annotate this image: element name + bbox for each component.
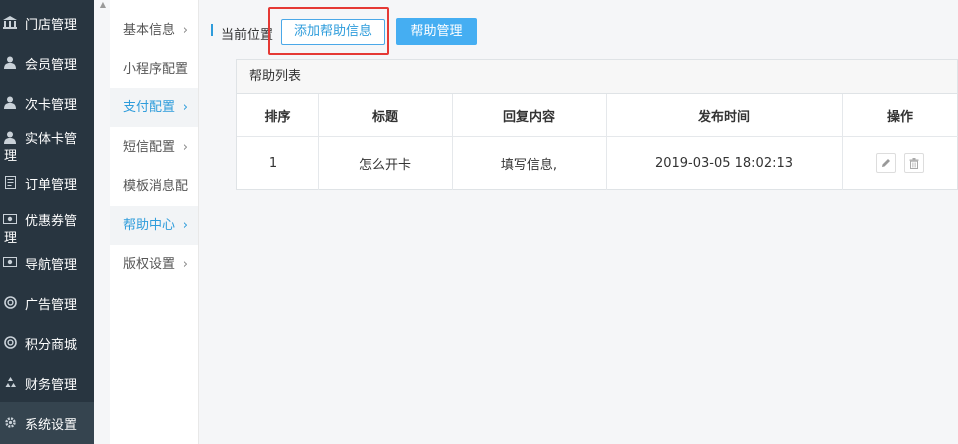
help-manage-button[interactable]: 帮助管理 <box>396 18 477 45</box>
cell-reply: 填写信息, <box>500 157 558 173</box>
submenu-item-label: 版权设置 <box>123 257 176 272</box>
sidebar-item-label: 会员管理 <box>25 58 78 73</box>
submenu-item-template-message[interactable]: 模板消息配 <box>110 167 198 206</box>
add-help-button[interactable]: 添加帮助信息 <box>281 19 385 45</box>
cell-time: 2019-03-05 18:02:13 <box>654 155 794 171</box>
sidebar-item-label: 订单管理 <box>25 178 78 193</box>
submenu-item-label: 基本信息 <box>123 23 176 38</box>
sidebar-item-members[interactable]: 会员管理 <box>0 42 94 82</box>
submenu-item-label: 小程序配置 <box>123 62 189 77</box>
recycle-icon <box>3 375 17 389</box>
table-row: 1 怎么开卡 填写信息, 2019-03-05 18:02:13 <box>237 137 958 189</box>
bank-icon <box>3 15 17 29</box>
chevron-right-icon: › <box>182 23 188 38</box>
submenu-item-payment[interactable]: 支付配置 › <box>110 88 198 127</box>
column-header-actions: 操作 <box>886 109 913 125</box>
delete-trash-icon[interactable] <box>904 153 924 173</box>
sidebar-item-label: 导航管理 <box>25 258 78 273</box>
column-header-reply: 回复内容 <box>502 109 555 125</box>
sidebar-item-label: 系统设置 <box>25 418 78 433</box>
submenu-item-label: 帮助中心 <box>123 218 176 233</box>
main-sidebar: 门店管理 会员管理 次卡管理 实体卡管 理 订单管理 优惠券管 理 导航管理 广… <box>0 0 94 444</box>
lifebuoy-icon <box>3 335 17 349</box>
sidebar-item-label: 优惠券管 <box>25 214 78 229</box>
sidebar-item-label: 次卡管理 <box>25 98 78 113</box>
submenu-item-help-center[interactable]: 帮助中心 › <box>110 206 198 245</box>
sidebar-item-label: 门店管理 <box>25 18 78 33</box>
sidebar-item-label: 广告管理 <box>25 298 78 313</box>
sidebar-item-orders[interactable]: 订单管理 <box>0 162 94 202</box>
chevron-right-icon: › <box>182 140 188 155</box>
document-icon <box>3 175 17 189</box>
settings-submenu: 基本信息 › 小程序配置 支付配置 › 短信配置 › 模板消息配 帮助中心 › … <box>110 0 199 444</box>
sidebar-item-navigation[interactable]: 导航管理 <box>0 242 94 282</box>
chevron-right-icon: › <box>182 100 188 115</box>
sidebar-item-points-mall[interactable]: 积分商城 <box>0 322 94 362</box>
submenu-item-label: 支付配置 <box>123 100 176 115</box>
submenu-item-miniprogram[interactable]: 小程序配置 <box>110 50 198 89</box>
sidebar-item-label: 财务管理 <box>25 378 78 393</box>
sidebar-item-finance[interactable]: 财务管理 <box>0 362 94 402</box>
gear-icon <box>3 415 17 429</box>
sidebar-item-store[interactable]: 门店管理 <box>0 2 94 42</box>
cell-actions <box>842 137 958 189</box>
help-list-panel: 帮助列表 排序 标题 回复内容 发布时间 操作 1 怎么开卡 填写信息, 201… <box>236 59 958 190</box>
table-header-row: 排序 标题 回复内容 发布时间 操作 <box>237 94 958 137</box>
submenu-item-copyright[interactable]: 版权设置 › <box>110 245 198 284</box>
submenu-item-label: 模板消息配 <box>123 179 189 194</box>
sidebar-item-label: 积分商城 <box>25 338 78 353</box>
lifebuoy-icon <box>3 295 17 309</box>
cell-order: 1 <box>268 155 278 171</box>
sidebar-item-system-settings[interactable]: 系统设置 <box>0 402 94 444</box>
column-header-time: 发布时间 <box>697 109 750 125</box>
panel-title: 帮助列表 <box>237 60 957 94</box>
chevron-right-icon: › <box>182 257 188 272</box>
user-icon <box>3 55 17 69</box>
submenu-item-sms[interactable]: 短信配置 › <box>110 128 198 167</box>
breadcrumb-marker <box>211 24 213 36</box>
breadcrumb: 当前位置 <box>221 28 274 43</box>
sidebar-item-ads[interactable]: 广告管理 <box>0 282 94 322</box>
edit-pencil-icon[interactable] <box>876 153 896 173</box>
money-icon <box>3 212 17 226</box>
scroll-up-arrow-icon[interactable]: ▲ <box>98 0 108 10</box>
cell-title: 怎么开卡 <box>358 157 411 173</box>
column-header-title: 标题 <box>371 109 398 125</box>
sidebar-item-punch-card[interactable]: 次卡管理 <box>0 82 94 122</box>
sidebar-item-physical-card[interactable]: 实体卡管 理 <box>0 124 94 164</box>
user-icon <box>3 130 17 144</box>
chevron-right-icon: › <box>182 218 188 233</box>
submenu-item-basic-info[interactable]: 基本信息 › <box>110 11 198 50</box>
column-header-order: 排序 <box>264 109 291 125</box>
sidebar-item-label: 实体卡管 <box>25 132 78 147</box>
sidebar-item-coupons[interactable]: 优惠券管 理 <box>0 206 94 246</box>
submenu-item-label: 短信配置 <box>123 140 176 155</box>
user-icon <box>3 95 17 109</box>
money-icon <box>3 255 17 269</box>
